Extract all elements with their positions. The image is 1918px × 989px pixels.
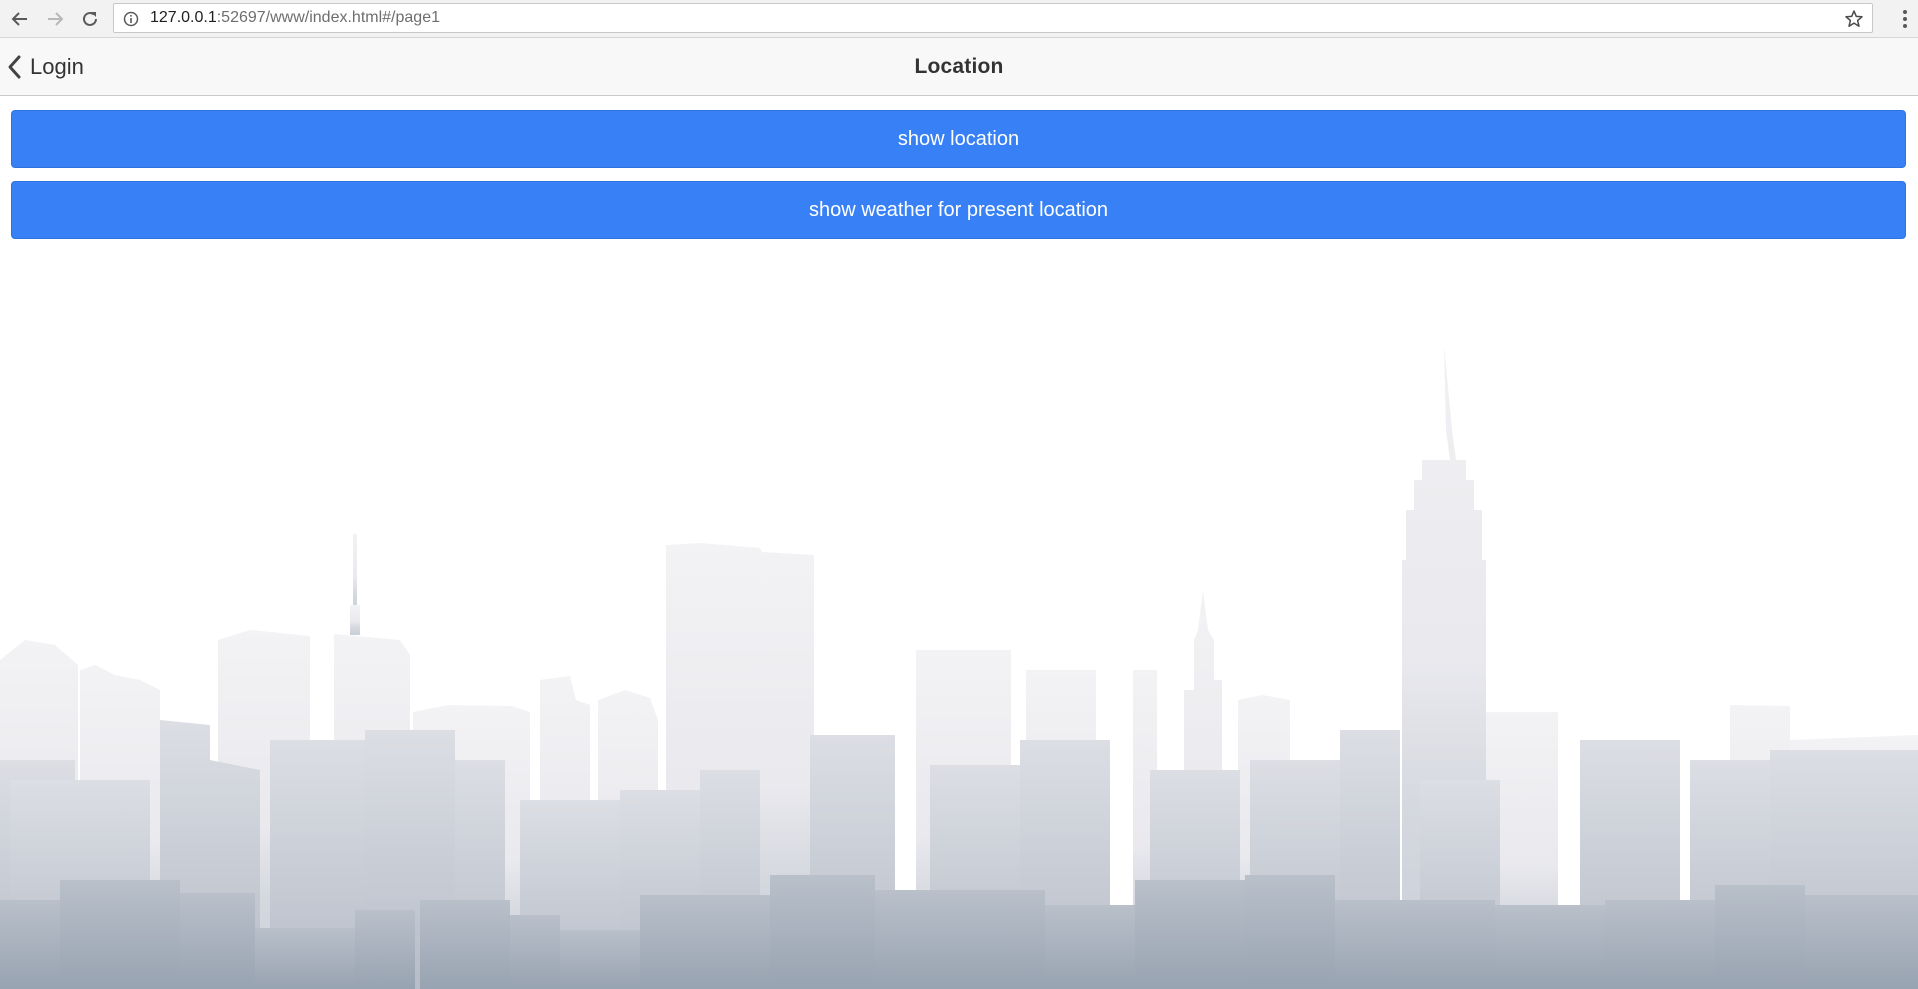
back-nav-button[interactable] <box>8 7 32 31</box>
city-skyline-image <box>0 260 1918 989</box>
arrow-left-icon <box>11 12 27 26</box>
kebab-menu-icon[interactable] <box>1902 9 1908 29</box>
app-header: Login Location <box>0 38 1918 96</box>
url-path: :52697/www/index.html#/page1 <box>216 9 440 26</box>
url-text[interactable]: 127.0.0.1:52697/www/index.html#/page1 <box>150 9 440 27</box>
url-host: 127.0.0.1 <box>150 9 217 26</box>
forward-nav-button[interactable] <box>43 7 67 31</box>
page-title: Location <box>914 55 1004 78</box>
address-bar[interactable]: 127.0.0.1:52697/www/index.html#/page1 <box>113 3 1873 33</box>
star-icon[interactable] <box>1844 9 1864 29</box>
show-weather-button[interactable]: show weather for present location <box>11 181 1906 239</box>
show-location-button[interactable]: show location <box>11 110 1906 168</box>
reload-icon <box>83 11 97 26</box>
reload-button[interactable] <box>78 7 102 31</box>
info-icon[interactable] <box>123 11 139 27</box>
browser-toolbar: 127.0.0.1:52697/www/index.html#/page1 <box>0 0 1918 38</box>
arrow-right-icon <box>48 12 64 26</box>
